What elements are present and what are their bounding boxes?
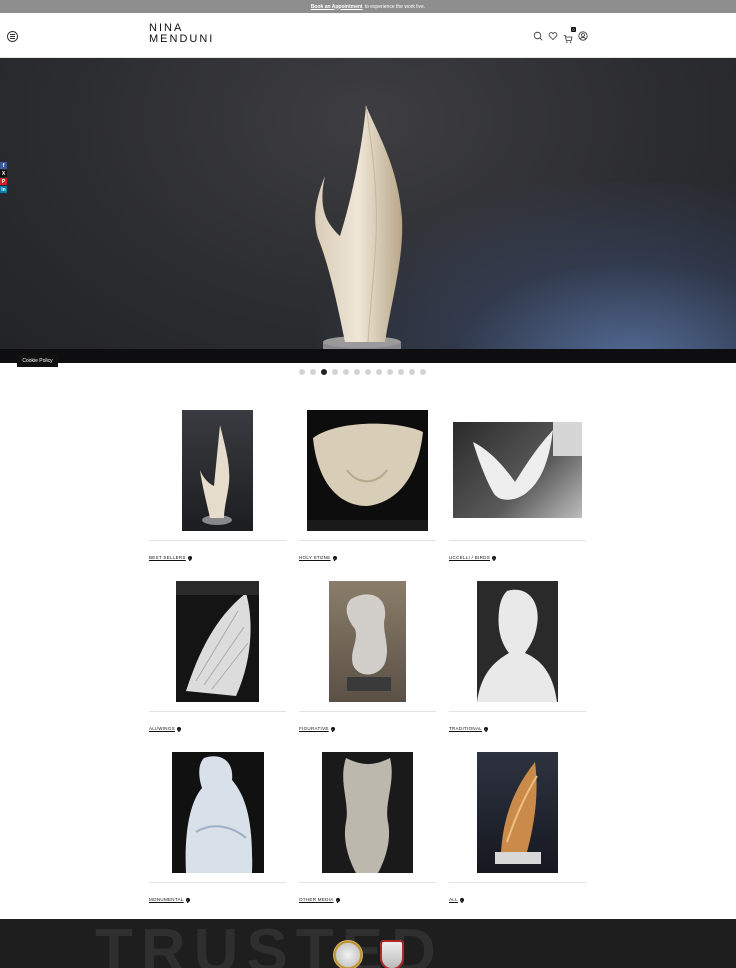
category-image[interactable] (329, 581, 406, 702)
sculpture-thumbnail (346, 594, 391, 691)
category-image[interactable] (477, 752, 558, 873)
category-card-holy-stone[interactable]: HOLY STONE › (299, 400, 436, 571)
category-image[interactable] (182, 410, 253, 531)
sculpture-thumbnail (176, 581, 259, 696)
category-label: FIGURATIVE (299, 726, 329, 731)
category-card-other-media[interactable]: OTHER MEDIA › (299, 742, 436, 913)
category-image[interactable] (477, 581, 558, 702)
slider-dot[interactable] (332, 369, 338, 375)
arrow-right-icon: › (335, 897, 340, 902)
social-share-bar: f X P in (0, 162, 7, 193)
slider-dot[interactable] (343, 369, 349, 375)
category-label: ALL (449, 897, 458, 902)
category-card-traditional[interactable]: TRADITIONAL › (449, 571, 586, 742)
x-icon[interactable]: X (0, 170, 7, 177)
arrow-right-icon: › (176, 726, 181, 731)
category-image[interactable] (453, 422, 582, 518)
slider-dot[interactable] (420, 369, 426, 375)
linkedin-icon[interactable]: in (0, 186, 7, 193)
account-icon[interactable] (578, 31, 588, 41)
slider-dot[interactable] (354, 369, 360, 375)
category-label: UCCELLI / BIRDS (449, 555, 491, 560)
arrow-right-icon: › (492, 555, 497, 560)
sculpture-thumbnail (200, 425, 232, 525)
category-image[interactable] (307, 410, 428, 531)
sculpture-thumbnail (185, 756, 253, 873)
cart-icon (563, 35, 573, 43)
cart-count-badge: 0 (571, 27, 576, 32)
announcement-bar: Book an Appointment to experience the wo… (0, 0, 736, 13)
arrow-right-icon: › (459, 897, 464, 902)
trust-shield-icon (380, 940, 404, 968)
category-label: MONUMENTAL (149, 897, 184, 902)
category-card-best-sellers[interactable]: BEST SELLERS › (149, 400, 286, 571)
site-header: NINA MENDUNI 0 (0, 13, 736, 58)
category-image[interactable] (322, 752, 413, 873)
site-logo[interactable]: NINA MENDUNI (149, 23, 214, 45)
category-label: BEST SELLERS (149, 555, 186, 560)
pinterest-icon[interactable]: P (0, 178, 7, 185)
category-card-figurative[interactable]: FIGURATIVE › (299, 571, 436, 742)
sculpture-thumbnail (473, 422, 582, 500)
hero-slider[interactable] (0, 58, 736, 363)
award-seal-icon (333, 940, 363, 968)
slider-dot[interactable] (365, 369, 371, 375)
slider-dot[interactable] (387, 369, 393, 375)
category-card-birds[interactable]: UCCELLI / BIRDS › (449, 400, 586, 571)
slider-dot[interactable] (299, 369, 305, 375)
slider-dot[interactable] (398, 369, 404, 375)
heart-icon[interactable] (548, 31, 558, 41)
trusted-section: TRUSTED (0, 919, 736, 968)
slider-dots (299, 369, 426, 375)
arrow-right-icon: › (332, 555, 337, 560)
slider-dot-active[interactable] (321, 369, 327, 375)
category-image[interactable] (172, 752, 264, 873)
slider-dot[interactable] (310, 369, 316, 375)
slider-dot[interactable] (376, 369, 382, 375)
category-label: TRADITIONAL (449, 726, 483, 731)
hero-sculpture-image (315, 105, 403, 363)
cookie-policy-button[interactable]: Cookie Policy (17, 354, 58, 367)
sculpture-thumbnail (495, 762, 541, 864)
arrow-right-icon: › (187, 555, 192, 560)
arrow-right-icon: › (330, 726, 335, 731)
arrow-right-icon: › (484, 726, 489, 731)
slider-dot[interactable] (409, 369, 415, 375)
category-card-ali-wings[interactable]: ALI/WINGS › (149, 571, 286, 742)
logo-line-2: MENDUNI (149, 33, 215, 45)
category-label: HOLY STONE (299, 555, 331, 560)
category-card-monumental[interactable]: MONUMENTAL › (149, 742, 286, 913)
sculpture-thumbnail (477, 589, 557, 702)
sculpture-thumbnail (343, 758, 392, 873)
sculpture-thumbnail (307, 423, 428, 531)
header-icons: 0 (533, 27, 588, 43)
category-label: OTHER MEDIA (299, 897, 334, 902)
arrow-right-icon: › (185, 897, 190, 902)
facebook-icon[interactable]: f (0, 162, 7, 169)
cart-button[interactable]: 0 (563, 27, 576, 43)
announcement-text: to experience the work live. (364, 3, 426, 10)
search-icon[interactable] (533, 31, 543, 41)
category-label: ALI/WINGS (149, 726, 175, 731)
category-card-all[interactable]: ALL › (449, 742, 586, 913)
book-appointment-link[interactable]: Book an Appointment (311, 4, 363, 10)
category-image[interactable] (176, 581, 259, 702)
menu-icon[interactable] (7, 31, 18, 42)
